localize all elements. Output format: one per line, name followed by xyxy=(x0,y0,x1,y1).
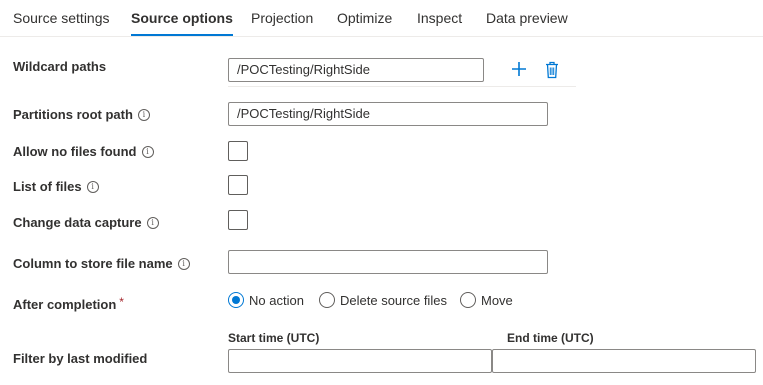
after-completion-label-text: After completion xyxy=(13,297,117,312)
info-icon: i xyxy=(177,258,190,270)
info-icon: i xyxy=(86,181,99,193)
radio-move[interactable]: Move xyxy=(460,292,513,308)
tab-inspect[interactable]: Inspect xyxy=(417,9,462,27)
plus-icon[interactable] xyxy=(510,60,528,83)
info-icon: i xyxy=(141,146,154,158)
allow-no-files-label-text: Allow no files found xyxy=(13,144,137,159)
radio-no-action-circle[interactable] xyxy=(228,292,244,308)
column-file-name-label-text: Column to store file name xyxy=(13,256,173,271)
start-time-input[interactable] xyxy=(228,349,492,373)
wildcard-row-divider xyxy=(228,86,576,87)
radio-delete-source-files-circle[interactable] xyxy=(319,292,335,308)
list-of-files-label-text: List of files xyxy=(13,179,82,194)
radio-move-label: Move xyxy=(481,292,513,308)
required-asterisk: * xyxy=(119,295,124,309)
end-time-input[interactable] xyxy=(492,349,756,373)
radio-delete-source-files-label: Delete source files xyxy=(340,292,447,308)
tab-optimize[interactable]: Optimize xyxy=(337,9,392,27)
list-of-files-label: List of files i xyxy=(13,179,99,195)
partitions-root-label: Partitions root path i xyxy=(13,107,150,123)
tab-source-options[interactable]: Source options xyxy=(131,9,233,36)
start-time-label: Start time (UTC) xyxy=(228,331,320,345)
info-icon: i xyxy=(146,217,159,229)
change-data-capture-label-text: Change data capture xyxy=(13,215,142,230)
radio-no-action-label: No action xyxy=(249,292,304,308)
end-time-label: End time (UTC) xyxy=(507,331,594,345)
tab-data-preview[interactable]: Data preview xyxy=(486,9,568,27)
tab-projection[interactable]: Projection xyxy=(251,9,313,27)
column-file-name-input[interactable] xyxy=(228,250,548,274)
allow-no-files-checkbox[interactable] xyxy=(228,141,248,161)
wildcard-path-input[interactable] xyxy=(228,58,484,82)
filter-last-modified-label: Filter by last modified xyxy=(13,351,148,366)
column-file-name-label: Column to store file name i xyxy=(13,256,190,272)
change-data-capture-checkbox[interactable] xyxy=(228,210,248,230)
partitions-root-input[interactable] xyxy=(228,102,548,126)
list-of-files-checkbox[interactable] xyxy=(228,175,248,195)
info-icon: i xyxy=(137,109,150,121)
partitions-root-label-text: Partitions root path xyxy=(13,107,133,122)
radio-delete-source-files[interactable]: Delete source files xyxy=(319,292,447,308)
wildcard-paths-label: Wildcard paths xyxy=(13,59,107,74)
allow-no-files-label: Allow no files found i xyxy=(13,144,154,160)
radio-no-action[interactable]: No action xyxy=(228,292,304,308)
change-data-capture-label: Change data capture i xyxy=(13,215,159,231)
trash-icon[interactable] xyxy=(544,61,560,84)
tab-bar: Source settings Source options Projectio… xyxy=(0,0,763,37)
after-completion-label: After completion * xyxy=(13,294,124,313)
tab-source-settings[interactable]: Source settings xyxy=(13,9,110,27)
radio-move-circle[interactable] xyxy=(460,292,476,308)
